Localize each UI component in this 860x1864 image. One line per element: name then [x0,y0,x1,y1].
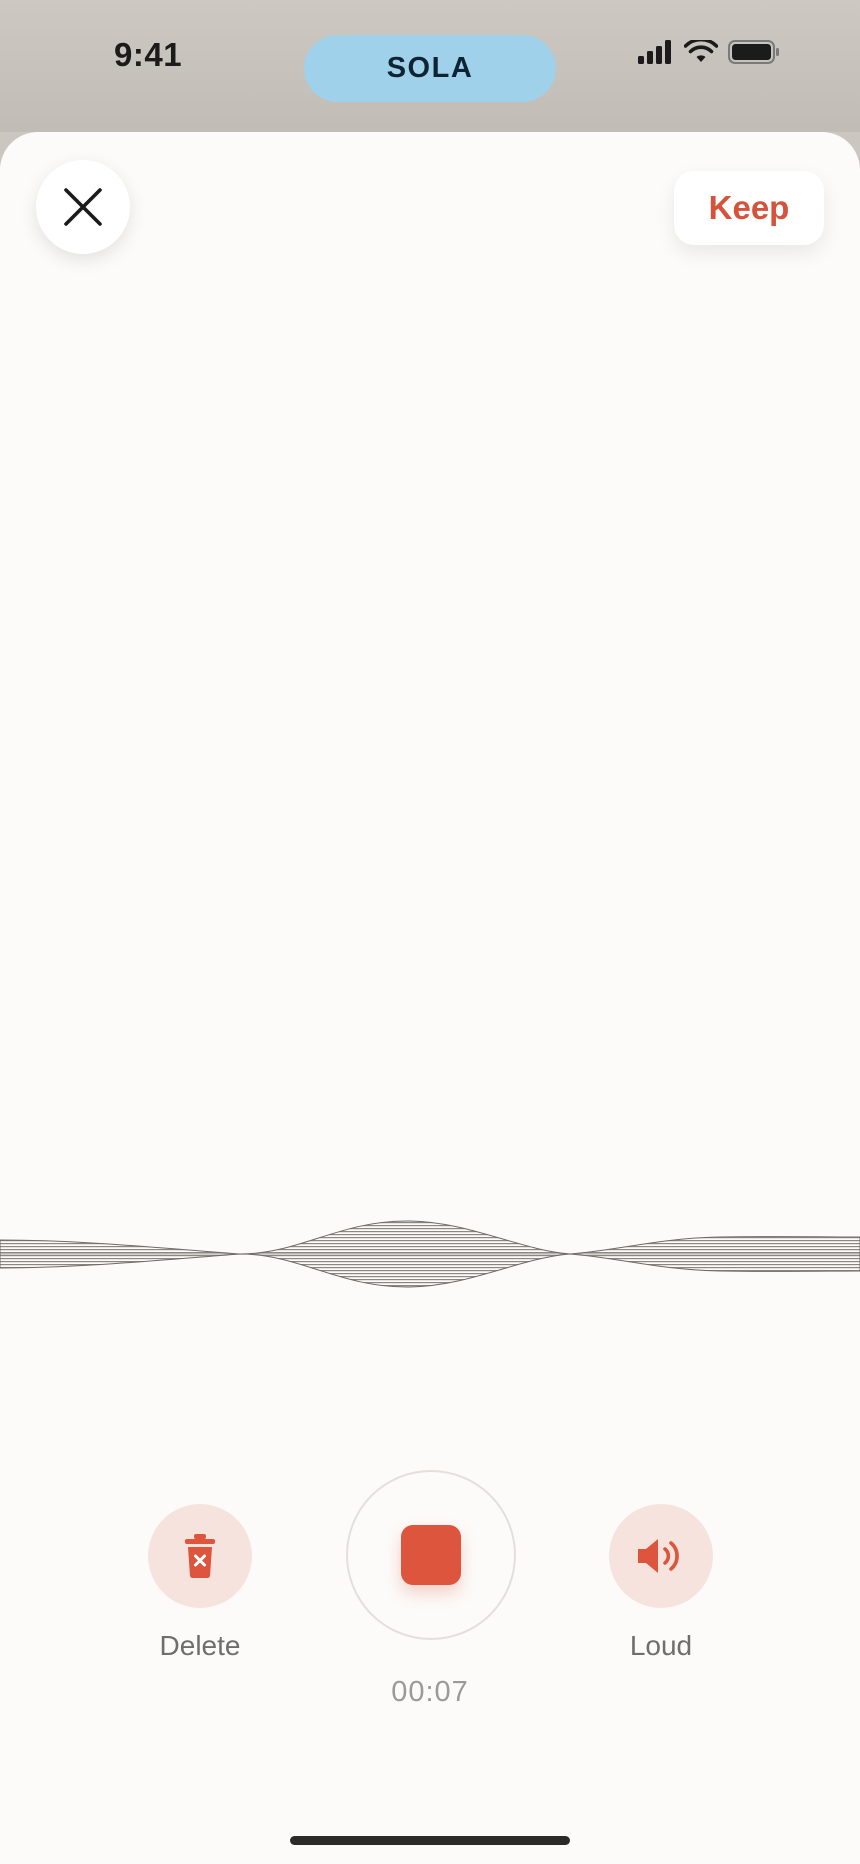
stop-button[interactable] [346,1470,516,1640]
elapsed-timer: 00:07 [391,1676,469,1708]
dynamic-island: SOLA [304,35,556,102]
status-icons [638,40,780,64]
loud-label: Loud [629,1630,693,1661]
delete-control: Delete [148,1504,252,1662]
wifi-icon [684,40,718,62]
loud-button[interactable] [609,1504,713,1608]
close-button[interactable] [36,160,130,254]
speaker-icon [638,1539,679,1573]
waveform [0,1220,860,1288]
island-label: SOLA [386,52,474,84]
delete-label: Delete [159,1630,241,1661]
signal-icon [638,40,671,64]
battery-icon [728,40,779,64]
loud-control: Loud [609,1504,713,1662]
status-bar: 9:41 SOLA [0,0,860,132]
delete-button[interactable] [148,1504,252,1608]
close-icon [64,188,102,226]
status-time: 9:41 [114,36,183,73]
keep-button[interactable]: Keep [674,171,824,245]
home-indicator[interactable] [290,1836,570,1845]
stop-icon [401,1525,461,1585]
trash-icon [185,1534,215,1579]
